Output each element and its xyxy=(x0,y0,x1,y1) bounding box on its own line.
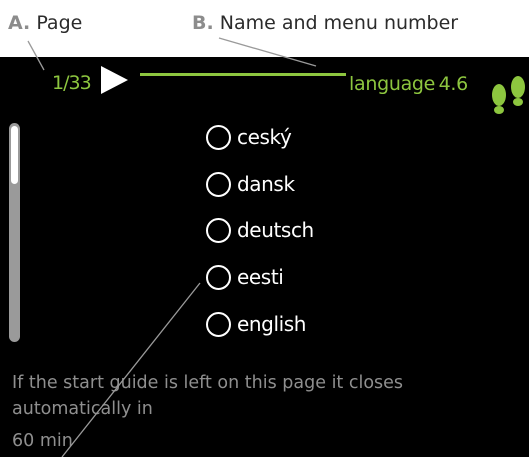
scrollbar-thumb[interactable] xyxy=(11,126,18,184)
next-page-arrow-icon[interactable] xyxy=(101,66,128,94)
radio-button[interactable] xyxy=(206,171,231,197)
title-underline xyxy=(140,73,346,76)
info-text: If the start guide is left on this page … xyxy=(12,373,404,419)
radio-button[interactable] xyxy=(206,124,231,150)
language-option-dansk[interactable]: dansk xyxy=(206,167,295,201)
annotation-page: A. Page xyxy=(8,12,82,34)
language-label: eesti xyxy=(237,265,284,289)
language-option-english[interactable]: english xyxy=(206,307,306,341)
language-option-deutsch[interactable]: deutsch xyxy=(206,213,314,247)
language-label: deutsch xyxy=(237,218,314,242)
language-option-eesti[interactable]: eesti xyxy=(206,260,284,294)
annotation-b-letter: B. xyxy=(192,12,214,34)
scrollbar[interactable] xyxy=(9,123,20,342)
annotation-a-letter: A. xyxy=(8,12,31,34)
language-label: ceský xyxy=(237,125,292,149)
footsteps-icon xyxy=(492,76,525,114)
annotation-b-text: Name and menu number xyxy=(219,12,459,34)
language-label: dansk xyxy=(237,172,295,196)
annotation-a-text: Page xyxy=(36,12,83,34)
page-indicator: 1/33 xyxy=(52,72,92,94)
annotation-name-menu: B. Name and menu number xyxy=(192,12,458,34)
menu-title: language 4.6 xyxy=(349,73,468,95)
menu-number: 4.6 xyxy=(438,73,469,95)
info-time: 60 min xyxy=(12,431,73,451)
radio-button[interactable] xyxy=(206,311,231,337)
language-option-cesky[interactable]: ceský xyxy=(206,120,292,154)
menu-name: language xyxy=(349,73,436,95)
display-screen: 1/33 language 4.6 ceský dansk deutsch ee… xyxy=(0,57,529,457)
radio-button[interactable] xyxy=(206,264,231,290)
manual-figure: A. Page B. Name and menu number 1/33 lan… xyxy=(0,0,529,457)
radio-button[interactable] xyxy=(206,217,231,243)
language-label: english xyxy=(237,312,307,336)
